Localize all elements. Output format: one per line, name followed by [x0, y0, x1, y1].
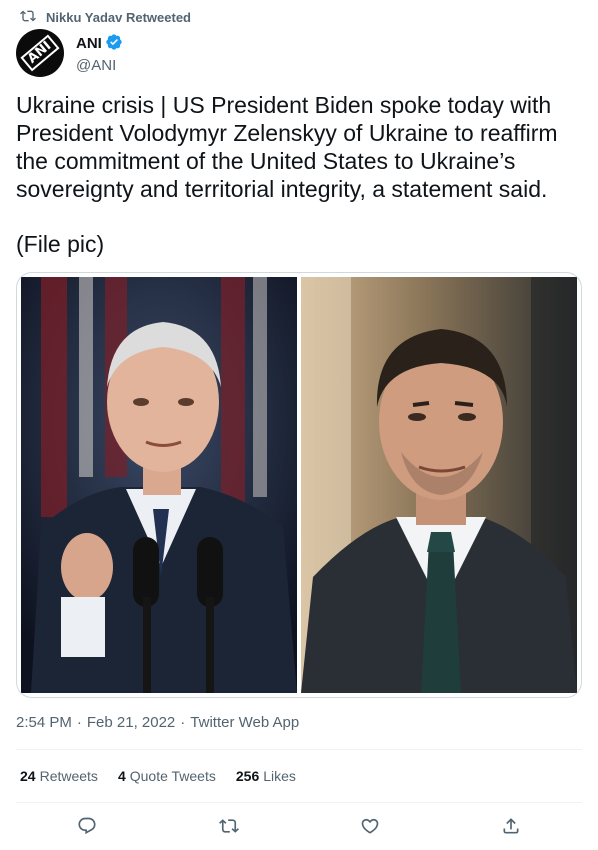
author-handle[interactable]: @ANI: [76, 57, 123, 74]
tweet-date[interactable]: Feb 21, 2022: [87, 714, 175, 731]
tweet-author: ANI ANI @ANI: [16, 29, 123, 77]
author-names: ANI @ANI: [76, 33, 123, 74]
quote-tweets-count: 4: [117, 768, 126, 784]
likes-count: 256: [235, 768, 260, 784]
tweet-media[interactable]: [16, 272, 582, 698]
divider: [16, 802, 582, 803]
social-context[interactable]: Nikku Yadav Retweeted: [20, 8, 191, 26]
author-name-line[interactable]: ANI: [76, 33, 123, 55]
engagement-stats: 24 Retweets 4 Quote Tweets 256 Likes: [20, 768, 316, 784]
retweets-count: 24: [20, 768, 36, 784]
likes-stat[interactable]: 256 Likes: [236, 768, 296, 784]
retweets-label: Retweets: [39, 768, 98, 784]
quote-tweets-label: Quote Tweets: [129, 768, 216, 784]
quote-tweets-stat[interactable]: 4 Quote Tweets: [118, 768, 216, 784]
tweet-metadata: 2:54 PM · Feb 21, 2022 · Twitter Web App: [16, 714, 299, 731]
separator-dot: ·: [180, 714, 186, 731]
tweet-time[interactable]: 2:54 PM: [16, 714, 72, 731]
tweet-text: Ukraine crisis | US President Biden spok…: [16, 92, 558, 202]
author-name[interactable]: ANI: [76, 35, 102, 52]
media-photo-right[interactable]: [301, 277, 577, 693]
reply-icon[interactable]: [76, 815, 98, 837]
avatar-logo: ANI: [20, 34, 60, 72]
tweet-actions: [16, 812, 582, 842]
separator-dot: ·: [76, 714, 82, 731]
retweets-stat[interactable]: 24 Retweets: [20, 768, 98, 784]
tweet-text-file-pic: (File pic): [16, 231, 105, 257]
avatar[interactable]: ANI: [16, 29, 64, 77]
tweet-source[interactable]: Twitter Web App: [190, 714, 299, 731]
media-photo-left[interactable]: [21, 277, 297, 693]
retweet-icon[interactable]: [218, 815, 240, 837]
retweeted-by-label: Nikku Yadav Retweeted: [46, 9, 191, 25]
photo-right-illustration: [301, 277, 577, 693]
like-icon[interactable]: [359, 815, 381, 837]
retweet-icon: [20, 8, 46, 27]
share-icon[interactable]: [500, 815, 522, 837]
photo-left-illustration: [21, 277, 297, 693]
verified-badge-icon: [102, 33, 123, 55]
divider: [16, 749, 582, 750]
likes-label: Likes: [263, 768, 296, 784]
